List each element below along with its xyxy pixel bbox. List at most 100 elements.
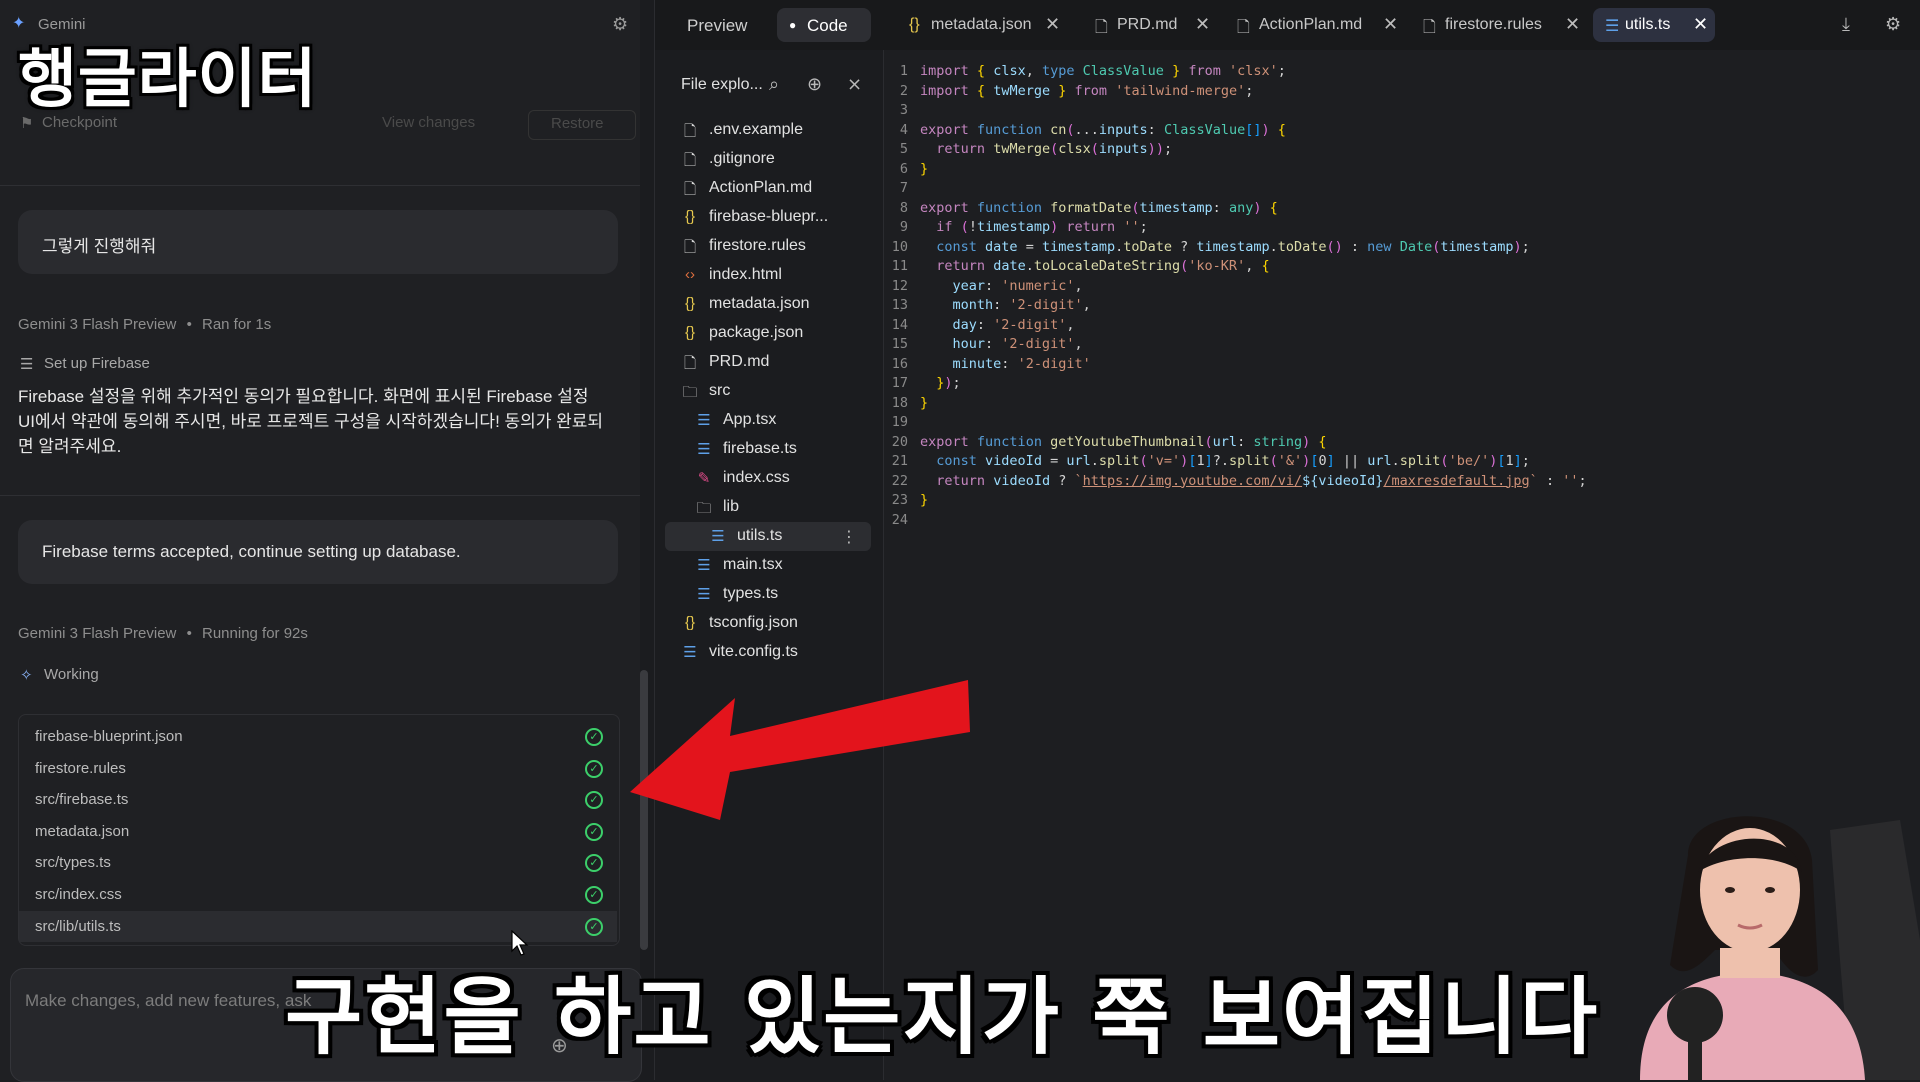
- settings-gear-icon[interactable]: ⚙: [612, 14, 628, 35]
- tree-item[interactable]: 🗋 firestore.rules: [681, 232, 891, 261]
- line-number: 7: [899, 180, 908, 196]
- line-number: 16: [891, 355, 908, 372]
- webcam-overlay: [1600, 760, 1920, 1080]
- tree-item[interactable]: 🗋 .env.example: [681, 116, 891, 145]
- file-icon: 🗋: [1423, 19, 1436, 36]
- folder-icon: 🗀: [682, 384, 698, 401]
- code-text: export function formatDate(timestamp: an…: [920, 199, 1278, 216]
- download-icon[interactable]: ⤓: [1842, 14, 1850, 35]
- assistant-line: UI에서 약관에 동의해 주시면, 바로 프로젝트 구성을 시작하겠습니다! 동…: [18, 412, 604, 431]
- tree-item-label: PRD.md: [709, 353, 770, 370]
- file-path: src/firebase.ts: [35, 791, 129, 808]
- tree-item[interactable]: {} package.json: [681, 319, 891, 348]
- code-text: return date.toLocaleDateString('ko-KR', …: [936, 258, 1270, 274]
- tree-item[interactable]: ☰ firebase.ts: [695, 435, 905, 464]
- list-item[interactable]: firebase-blueprint.json ✓: [19, 721, 617, 752]
- file-tab-firestore[interactable]: 🗋 firestore.rules ✕: [1423, 8, 1583, 42]
- prompt-placeholder: Make changes, add new features, ask: [25, 991, 312, 1010]
- code-text: export function getYoutubeThumbnail(url:…: [920, 433, 1327, 450]
- assistant-message: Firebase 설정을 위해 추가적인 동의가 필요합니다. 화면에 표시된 …: [18, 384, 608, 459]
- code-text: }: [920, 492, 929, 508]
- line-number: 2: [899, 82, 908, 99]
- view-changes-link[interactable]: View changes: [382, 114, 475, 131]
- list-item[interactable]: src/types.ts ✓: [19, 847, 617, 878]
- tree-item[interactable]: ☰ types.ts: [695, 580, 905, 609]
- model-name: Gemini 3 Flash Preview: [18, 316, 177, 333]
- more-vertical-icon[interactable]: ⋮: [841, 527, 857, 547]
- line-number: 8: [899, 199, 908, 216]
- settings-gear-icon[interactable]: ⚙: [1885, 14, 1901, 35]
- working-row: ✧ Working: [20, 666, 320, 686]
- check-circle-icon: ✓: [585, 760, 603, 778]
- close-icon[interactable]: ✕: [1195, 14, 1210, 35]
- search-icon[interactable]: ⌕: [769, 74, 779, 95]
- ts-icon: ☰: [711, 528, 725, 545]
- changed-files-list: firebase-blueprint.json ✓ firestore.rules…: [18, 714, 620, 946]
- json-icon: {}: [684, 295, 696, 312]
- collapse-icon[interactable]: ⨯: [847, 74, 862, 95]
- tree-folder[interactable]: 🗀 lib: [695, 493, 905, 522]
- list-item[interactable]: src/index.css ✓: [19, 879, 617, 910]
- tree-item[interactable]: ☰ vite.config.ts: [681, 638, 891, 667]
- file-tab-label: ActionPlan.md: [1259, 16, 1363, 33]
- file-tab-actionplan[interactable]: 🗋 ActionPlan.md ✕: [1237, 8, 1398, 42]
- dot-icon: ●: [789, 18, 797, 32]
- tree-item[interactable]: {} firebase-bluepr...: [681, 203, 891, 232]
- close-icon[interactable]: ✕: [1565, 14, 1580, 35]
- list-item[interactable]: metadata.json ✓: [19, 816, 617, 847]
- file-tab-utils[interactable]: ☰ utils.ts ✕: [1593, 8, 1715, 42]
- close-icon[interactable]: ✕: [1693, 14, 1708, 35]
- tree-item[interactable]: 🗋 PRD.md: [681, 348, 891, 377]
- list-item[interactable]: src/firebase.ts ✓: [19, 784, 617, 815]
- file-path: firebase-blueprint.json: [35, 728, 183, 745]
- tree-item-selected[interactable]: ☰ utils.ts ⋮: [665, 522, 871, 551]
- code-text: }: [920, 160, 929, 177]
- divider: [0, 185, 640, 186]
- tree-item-label: lib: [723, 498, 740, 515]
- close-icon[interactable]: ✕: [1383, 14, 1398, 35]
- tree-item[interactable]: {} metadata.json: [681, 290, 891, 319]
- code-text: hour: '2-digit',: [952, 336, 1083, 352]
- tree-item[interactable]: ✎ index.css: [695, 464, 905, 493]
- code-text: });: [936, 375, 961, 391]
- file-tab-label: utils.ts: [1625, 16, 1671, 33]
- line-number: 20: [891, 433, 908, 450]
- line-number: 9: [899, 219, 908, 235]
- tab-code[interactable]: ● Code: [777, 8, 871, 42]
- database-icon: ☰: [20, 356, 34, 373]
- file-tab-metadata[interactable]: {} metadata.json ✕: [909, 8, 1060, 42]
- file-path: metadata.json: [35, 823, 130, 840]
- tree-folder[interactable]: 🗀 src: [681, 377, 891, 406]
- tree-item[interactable]: 🗋 ActionPlan.md: [681, 174, 891, 203]
- ts-icon: ☰: [697, 586, 711, 603]
- ts-icon: ☰: [697, 557, 711, 574]
- line-number: 6: [899, 160, 908, 177]
- tree-item[interactable]: ‹› index.html: [681, 261, 891, 290]
- tree-item[interactable]: ☰ main.tsx: [695, 551, 905, 580]
- tree-item-label: ActionPlan.md: [709, 179, 813, 196]
- editor-top-bar: Preview ● Code {} metadata.json ✕ 🗋 PRD.…: [655, 0, 1920, 50]
- list-item[interactable]: firestore.rules ✓: [19, 753, 617, 784]
- file-tab-prd[interactable]: 🗋 PRD.md ✕: [1095, 8, 1213, 42]
- tree-item[interactable]: 🗋 .gitignore: [681, 145, 891, 174]
- code-text: const videoId = url.split('v=')[1]?.spli…: [936, 453, 1530, 469]
- line-number: 12: [891, 277, 908, 294]
- tree-item[interactable]: {} tsconfig.json: [681, 609, 891, 638]
- line-number: 18: [891, 394, 908, 411]
- ts-icon: ☰: [683, 644, 697, 661]
- close-icon[interactable]: ✕: [1045, 14, 1060, 35]
- file-path: src/lib/utils.ts: [35, 918, 121, 935]
- line-number: 15: [891, 336, 908, 352]
- code-text: year: 'numeric',: [952, 277, 1083, 294]
- model-name: Gemini 3 Flash Preview: [18, 625, 177, 642]
- tab-preview[interactable]: Preview: [675, 8, 765, 42]
- tree-item-label: types.ts: [723, 585, 779, 602]
- tree-item-label: index.html: [709, 266, 782, 283]
- add-file-icon[interactable]: ⊕: [807, 74, 822, 95]
- file-icon: 🗋: [683, 239, 697, 256]
- tree-item-label: App.tsx: [723, 411, 777, 428]
- run-status: Running for 92s: [202, 625, 308, 642]
- restore-button[interactable]: Restore: [528, 110, 636, 140]
- tree-item[interactable]: ☰ App.tsx: [695, 406, 905, 435]
- json-icon: {}: [684, 208, 696, 225]
